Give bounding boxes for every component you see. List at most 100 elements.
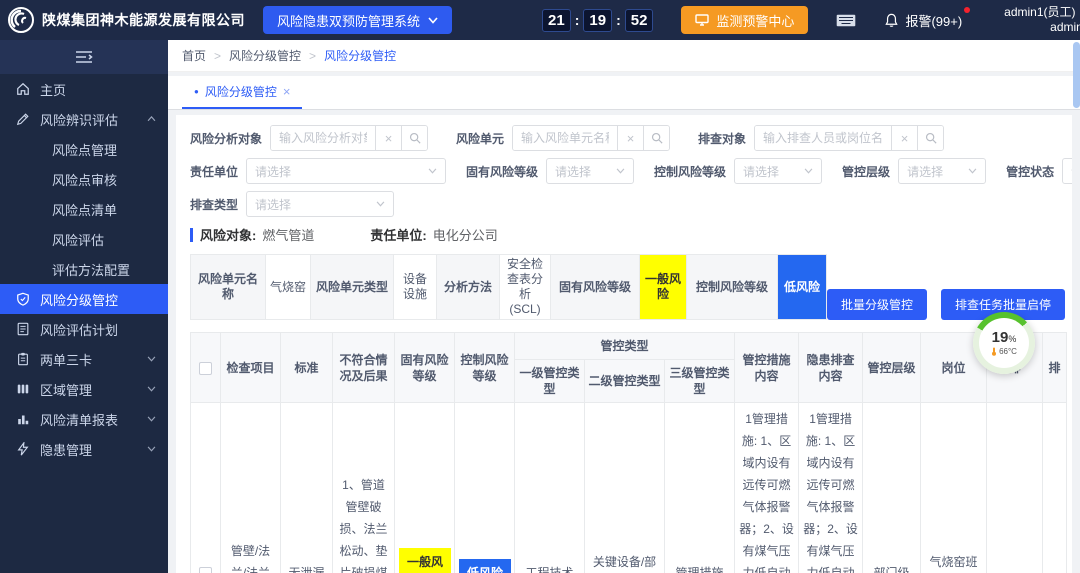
control-status-label: 管控状态	[1006, 164, 1055, 179]
sidebar-item-risk-grading-control[interactable]: 风险分级管控	[0, 284, 168, 314]
sidebar-item-risk-point-list[interactable]: 风险点清单	[0, 194, 168, 224]
row-checkbox[interactable]	[199, 566, 212, 573]
clock-hours: 21	[542, 8, 571, 32]
cell-control-level: 低风险	[454, 402, 515, 573]
select-placeholder: 请选择	[1071, 163, 1072, 180]
chevron-up-icon	[147, 116, 156, 122]
search-icon[interactable]	[401, 126, 428, 150]
risk-control-table: 检查项目 标准 不符合情况及后果 固有风险等级 控制风险等级 管控类型 管控措施…	[190, 332, 1068, 573]
sidebar-item-label: 风险辨识评估	[40, 112, 119, 128]
user-menu[interactable]: admin1(员工) admin1	[1004, 5, 1080, 35]
lightning-icon	[17, 442, 29, 456]
select-all-checkbox[interactable]	[199, 361, 212, 375]
system-select-button[interactable]: 风险隐患双预防管理系统	[263, 6, 453, 34]
sidebar-item-home[interactable]: 主页	[0, 74, 168, 104]
sidebar-item-hidden-danger-management[interactable]: 隐患管理	[0, 434, 168, 464]
control-status-select[interactable]: 请选择	[1062, 158, 1072, 184]
sidebar-item-assessment-method-config[interactable]: 评估方法配置	[0, 254, 168, 284]
risk-unit-input[interactable]	[513, 126, 618, 150]
summary-inherent-value: 一般风险	[639, 254, 687, 320]
col-group-control-type: 管控类型	[513, 332, 736, 360]
tab-risk-grading-control[interactable]: ● 风险分级管控 ×	[182, 75, 303, 109]
check-object-input[interactable]	[755, 126, 892, 150]
clear-icon[interactable]: ×	[891, 126, 918, 150]
check-object-label: 排查对象	[698, 131, 747, 146]
action-buttons: 批量分级管控 排查任务批量启停	[827, 289, 1066, 320]
alarm-badge-dot	[964, 6, 971, 13]
col-type-level-2: 二级管控类型	[584, 359, 665, 403]
cell-inherent-level: 一般风险	[394, 402, 455, 573]
control-level-select[interactable]: 请选择	[734, 158, 823, 184]
chevron-down-icon	[376, 201, 385, 207]
check-type-select[interactable]: 请选择	[246, 191, 395, 217]
sidebar-item-label: 区域管理	[40, 382, 93, 398]
cell-inspection: 1管理措施: 1、区域内设有远传可燃气体报警器；2、设有煤气压力低自动切断连锁。…	[798, 402, 864, 573]
vertical-scrollbar[interactable]	[1073, 42, 1080, 570]
monitor-warning-center-label: 监测预警中心	[716, 13, 795, 29]
control-layer-select[interactable]: 请选择	[898, 158, 987, 184]
tab-label: 风险分级管控	[204, 85, 277, 99]
gauge-temperature: 66°C	[999, 347, 1017, 356]
user-role: admin1(员工)	[1004, 5, 1076, 19]
sidebar-item-risk-assessment[interactable]: 风险评估	[0, 224, 168, 254]
sidebar-item-risk-identification[interactable]: 风险辨识评估	[0, 104, 168, 134]
chevron-down-icon	[147, 386, 156, 392]
col-check-item: 检查项目	[220, 332, 281, 403]
tab-close-icon[interactable]: ×	[283, 84, 291, 99]
cell-post: 气烧窑班长	[920, 402, 988, 573]
select-all-header	[190, 332, 221, 403]
sidebar-item-label: 评估方法配置	[52, 262, 131, 278]
sidebar-item-risk-point-review[interactable]: 风险点审核	[0, 164, 168, 194]
select-placeholder: 请选择	[255, 164, 292, 179]
check-object-input-group: ×	[754, 125, 945, 151]
company-name: 陕煤集团神木能源发展有限公司	[42, 12, 245, 28]
sidebar-item-risk-assessment-plan[interactable]: 风险评估计划	[0, 314, 168, 344]
scrollbar-thumb[interactable]	[1073, 42, 1080, 108]
gauge-percent-value: 19	[991, 329, 1009, 346]
summary-row: 风险单元名称 气烧窑 风险单元类型 设备设施 分析方法 安全检查表分析(SCL)…	[190, 254, 1066, 320]
filter-row-1: 风险分析对象 × 风险单元 ×	[190, 125, 1058, 151]
document-icon	[17, 322, 29, 336]
inherent-risk-badge: 一般风险	[399, 547, 451, 573]
search-icon[interactable]	[643, 126, 670, 150]
sidebar-item-two-lists-three-cards[interactable]: 两单三卡	[0, 344, 168, 374]
sidebar: 主页 风险辨识评估 风险点管理 风险点审核 风险点清单 风险评估 评估方法配置 …	[0, 40, 168, 573]
search-icon[interactable]	[917, 126, 944, 150]
breadcrumb-parent[interactable]: 风险分级管控	[229, 47, 301, 64]
content-card: 风险分析对象 × 风险单元 ×	[176, 115, 1072, 573]
sidebar-item-risk-point-management[interactable]: 风险点管理	[0, 134, 168, 164]
risk-object-label: 风险对象:	[200, 228, 257, 243]
keyboard-icon[interactable]	[836, 14, 856, 27]
clear-icon[interactable]: ×	[617, 126, 644, 150]
clear-icon[interactable]: ×	[375, 126, 402, 150]
batch-grading-control-button[interactable]: 批量分级管控	[827, 289, 928, 320]
system-monitor-widget[interactable]: 19% 66°C	[973, 312, 1035, 374]
cell-type-level-3: 管理措施	[663, 402, 736, 573]
home-icon	[17, 82, 29, 95]
filter-row-2: 责任单位 请选择 固有风险等级 请选择 控制风险等级 请选择 管控层级 请选择 …	[190, 158, 1072, 184]
control-risk-badge: 低风险	[459, 558, 511, 573]
sidebar-item-area-management[interactable]: 区域管理	[0, 374, 168, 404]
cell-type-level-2: 关键设备/部件	[584, 402, 665, 573]
inherent-level-select[interactable]: 请选择	[546, 158, 635, 184]
duty-unit-select[interactable]: 请选择	[246, 158, 447, 184]
analysis-object-input[interactable]	[271, 126, 376, 150]
alarm-button[interactable]: 报警(99+)	[884, 6, 971, 30]
clock-separator: :	[616, 12, 621, 28]
sidebar-collapse-button[interactable]	[0, 40, 168, 74]
select-placeholder: 请选择	[555, 164, 592, 179]
bar-chart-icon	[18, 415, 29, 425]
breadcrumb-home[interactable]: 首页	[182, 47, 206, 64]
clock-minutes: 19	[583, 8, 613, 32]
summary-name-label: 风险单元名称	[190, 254, 266, 320]
select-placeholder: 请选择	[907, 164, 944, 179]
col-inspection: 隐患排查内容	[798, 332, 864, 403]
cell-measures: 1管理措施: 1、区域内设有远传可燃气体报警器；2、设有煤气压力低自动切断连锁。…	[734, 402, 800, 573]
user-name: admin1	[1050, 20, 1080, 34]
company-logo-icon	[8, 7, 34, 33]
sidebar-item-label: 风险点管理	[52, 142, 118, 158]
chevron-down-icon	[428, 16, 438, 24]
monitor-warning-center-button[interactable]: 监测预警中心	[681, 6, 809, 34]
sidebar-item-risk-list-report[interactable]: 风险清单报表	[0, 404, 168, 434]
chevron-down-icon	[147, 446, 156, 452]
